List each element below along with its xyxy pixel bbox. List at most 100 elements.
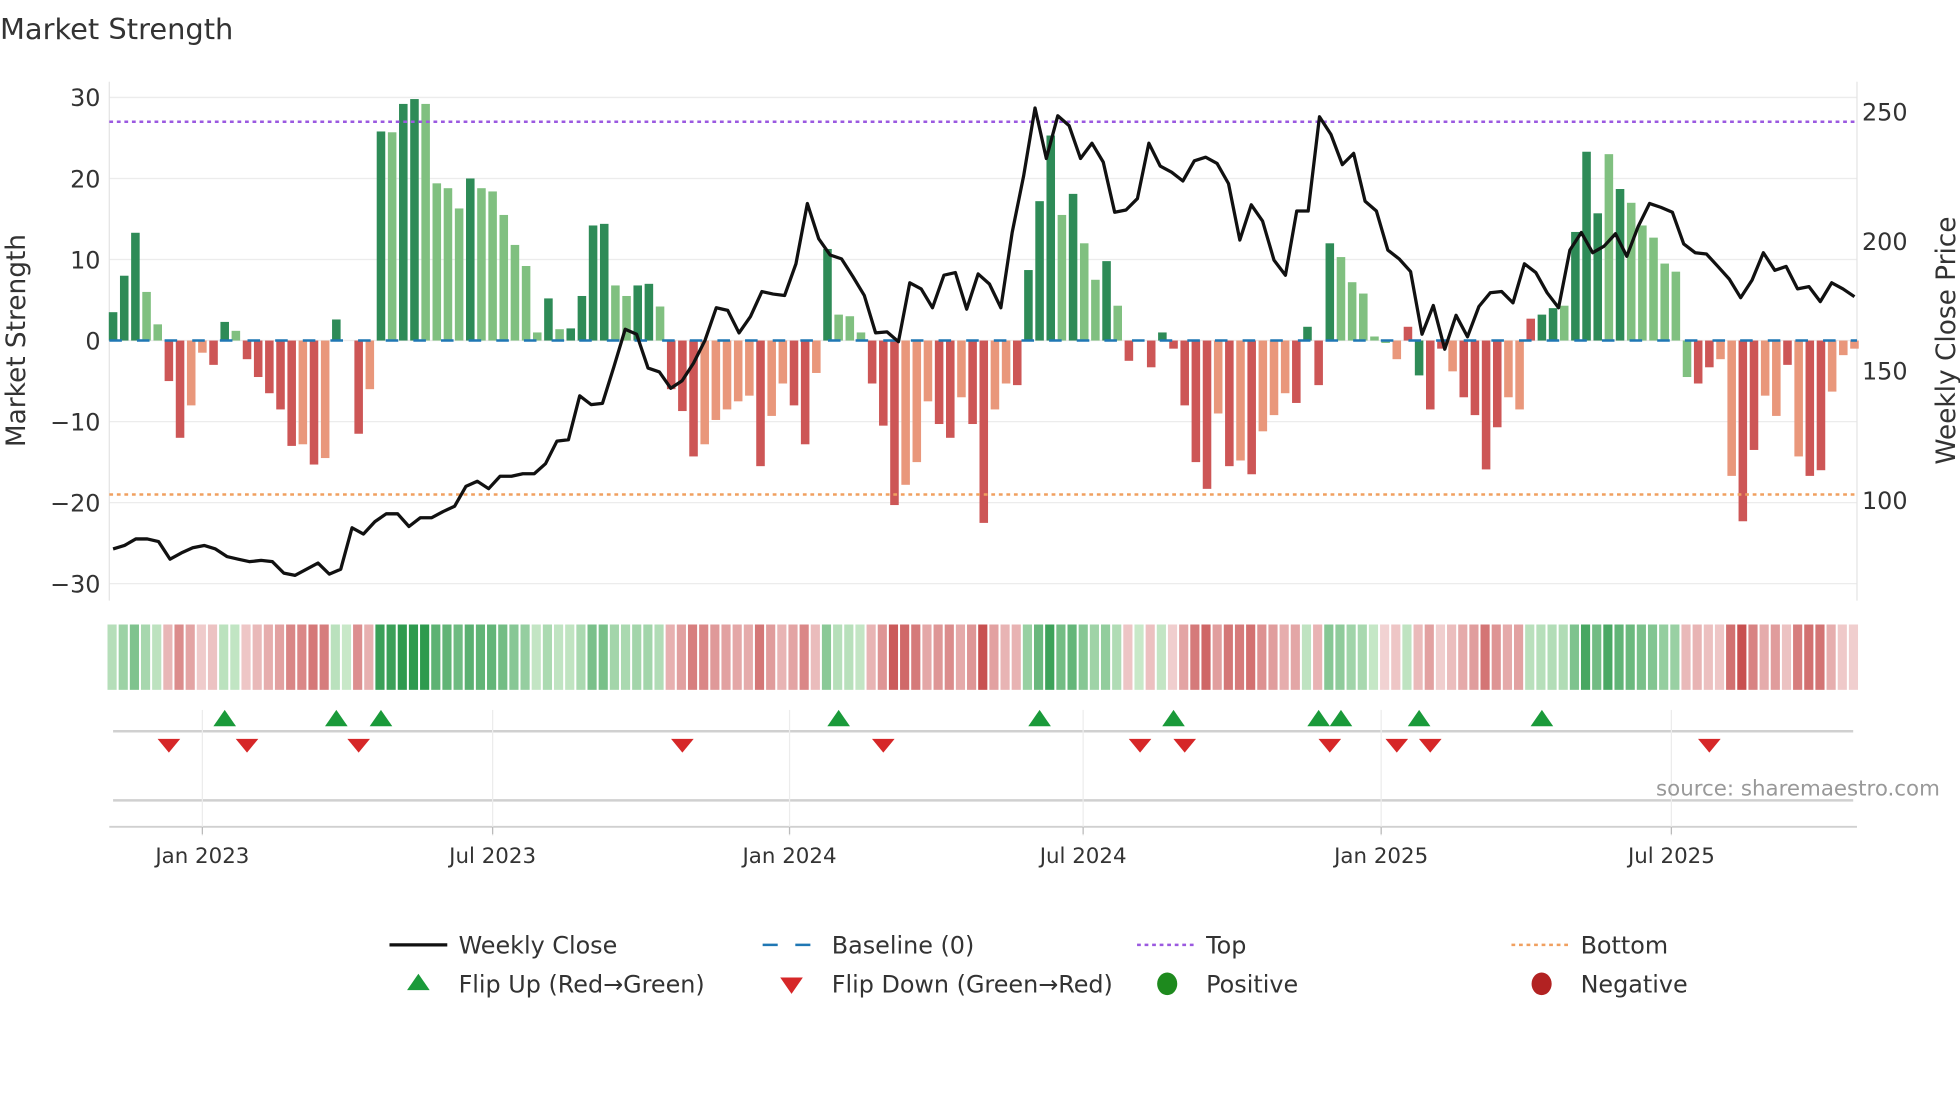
- source-label: source: sharemaestro.com: [1656, 776, 1940, 801]
- heat-cell: [353, 624, 363, 690]
- strength-bar: [1146, 340, 1156, 368]
- heat-cell: [263, 624, 273, 690]
- legend-label: Flip Down (Green→Red): [832, 971, 1113, 999]
- strength-bar: [611, 285, 620, 341]
- flip-down-marker: [157, 738, 181, 753]
- heat-cell: [743, 624, 753, 690]
- flip-up-marker: [1162, 709, 1185, 727]
- heat-cell: [1346, 624, 1356, 690]
- strength-bar: [1426, 340, 1435, 410]
- strength-bar: [555, 329, 564, 341]
- heat-cell: [1703, 624, 1713, 690]
- heat-cell: [330, 624, 340, 690]
- strength-bar: [867, 340, 877, 384]
- y-tick-label: −20: [50, 489, 100, 517]
- heat-cell: [1223, 624, 1233, 690]
- heat-cell: [1123, 624, 1133, 690]
- strength-bars: [108, 99, 1859, 523]
- heat-cell: [788, 624, 798, 690]
- heat-cell: [944, 624, 954, 690]
- heat-cell: [1257, 624, 1267, 690]
- strength-bar: [1024, 270, 1033, 341]
- heat-cell: [833, 624, 843, 690]
- strength-bar: [1314, 340, 1323, 386]
- flip-up-marker: [1307, 709, 1330, 727]
- heat-cell: [1670, 624, 1680, 690]
- flip-up-marker: [325, 709, 348, 727]
- legend-flip-down-icon: [780, 977, 803, 994]
- strength-bar: [1213, 340, 1223, 414]
- heat-cell: [163, 624, 173, 690]
- strength-bar: [1113, 305, 1122, 341]
- heat-cell: [866, 624, 876, 690]
- strength-bar: [767, 340, 776, 416]
- flip-up-marker: [1530, 709, 1554, 727]
- strength-bar: [1593, 213, 1602, 341]
- strength-bar: [108, 312, 118, 341]
- heat-cell: [1034, 624, 1044, 690]
- strength-bar: [488, 191, 497, 341]
- y-tick-label: −30: [50, 570, 100, 598]
- strength-bar: [756, 340, 765, 467]
- flip-down-marker: [1318, 738, 1342, 753]
- strength-bar: [131, 232, 140, 341]
- strength-bar: [778, 340, 788, 384]
- legend-flip-up-icon: [407, 973, 430, 991]
- strength-bar: [1091, 279, 1100, 341]
- heat-cell: [1525, 624, 1535, 690]
- strength-bar: [1258, 340, 1268, 432]
- x-tick-label: Jan 2024: [741, 844, 837, 869]
- left-axis: 30 20 10 0 −10 −20 −30: [50, 84, 100, 598]
- legend-label: Weekly Close: [459, 932, 618, 960]
- chart-title: Market Strength: [0, 12, 233, 46]
- strength-bar: [1236, 340, 1245, 461]
- strength-bar: [1615, 189, 1625, 341]
- heat-cell: [1212, 624, 1222, 690]
- heat-cell: [967, 624, 977, 690]
- strength-bar: [376, 131, 386, 341]
- legend-label: Bottom: [1581, 932, 1669, 960]
- heat-cell: [1435, 624, 1446, 690]
- strength-bar: [1392, 340, 1402, 360]
- x-tick-label: Jul 2024: [1038, 844, 1127, 869]
- heat-cell: [219, 624, 229, 690]
- strength-bar: [711, 340, 721, 420]
- heat-cell: [777, 624, 787, 690]
- heat-cell: [1837, 624, 1847, 690]
- flip-down-marker: [1173, 738, 1197, 753]
- strength-bar: [1559, 305, 1569, 341]
- strength-bar: [1660, 263, 1669, 341]
- strength-bar: [1783, 340, 1792, 365]
- heat-cell: [453, 624, 463, 690]
- strength-heatmap-strip: [107, 624, 1859, 690]
- flip-up-marker: [1028, 709, 1051, 727]
- strength-bar: [354, 340, 363, 434]
- flip-down-marker: [871, 738, 895, 753]
- strength-bar: [510, 244, 520, 341]
- heat-cell: [810, 624, 820, 690]
- heat-cell: [1770, 624, 1780, 690]
- heat-cell: [1335, 624, 1345, 690]
- heat-cell: [844, 624, 854, 690]
- heat-cell: [1301, 624, 1312, 690]
- legend-positive-icon: [1157, 972, 1178, 996]
- strength-bar: [1303, 326, 1312, 341]
- heat-cell: [1246, 624, 1256, 690]
- y-axis-title: Market Strength: [2, 234, 32, 447]
- strength-bar: [1537, 314, 1547, 341]
- strength-bar: [1459, 340, 1469, 398]
- heat-cell: [1547, 624, 1557, 690]
- heat-cell: [1603, 624, 1613, 690]
- heat-cell: [1045, 624, 1055, 690]
- strength-bar: [1046, 135, 1056, 341]
- heat-cell: [855, 624, 865, 690]
- heat-cell: [1714, 624, 1725, 690]
- heat-cell: [207, 624, 218, 690]
- heat-cell: [1469, 624, 1479, 690]
- heat-cell: [732, 624, 742, 690]
- heat-cell: [341, 624, 352, 690]
- heat-cell: [442, 624, 452, 690]
- right-axis: 250 200 150 100: [1862, 99, 1908, 515]
- strength-bar: [1671, 271, 1681, 341]
- heat-cell: [699, 624, 709, 690]
